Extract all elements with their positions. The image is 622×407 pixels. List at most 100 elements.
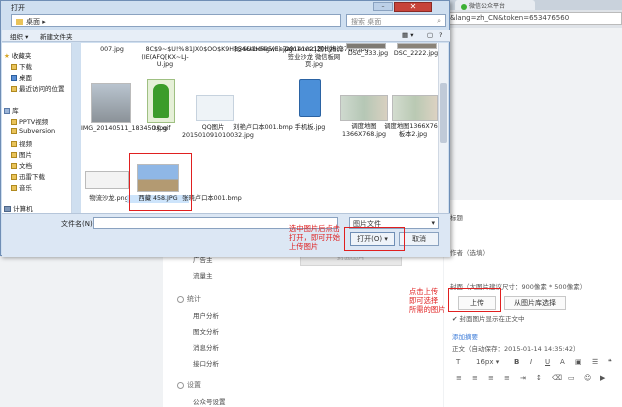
nav-favorite-label: 最近访问的位置 [19,85,65,93]
nav-library-label: 文档 [19,162,32,170]
help-icon[interactable]: ? [439,31,442,39]
nav-library-label: PPTV视频 [19,118,49,126]
nav-item-article-analysis[interactable]: 图文分析 [193,326,219,336]
highlight-icon[interactable]: ▣ [575,358,582,366]
address-bar[interactable]: &lang=zh_CN&token=653476560 [446,12,622,25]
dialog-annotation: 选中图片后点击 打开，即可开始 上传图片 [289,224,341,251]
nav-item-account-settings[interactable]: 公众号设置 [193,396,226,406]
stats-icon [177,295,184,303]
emoji-icon[interactable]: ☺ [584,374,591,382]
download-library-icon [11,174,17,180]
blockquote-icon[interactable]: ❝ [608,358,612,366]
new-folder-button[interactable]: 新建文件夹 [40,31,73,41]
close-button[interactable]: ✕ [394,2,432,12]
file-item[interactable]: 调度地图1366X768板本2.jpg [382,123,444,138]
path-text: 桌面 [26,18,40,26]
nav-library-videos[interactable]: 视频 [11,138,32,148]
computer-icon [4,206,11,212]
dialog-toolbar: 组织 ▾ 新建文件夹 ▦ ▾ ▢ ? [2,30,450,42]
nav-favorite-downloads[interactable]: 下载 [11,61,32,71]
favorites-header[interactable]: ★ 收藏夹 [4,50,31,60]
open-file-dialog: 打开 – ✕ 桌面 ▸ 搜索 桌面 ⌕ 组织 ▾ 新建文件夹 ▦ ▾ ▢ ? ★ … [0,0,450,257]
left-navigation: 广告主 流量主 统计 用户分析 图文分析 消息分析 接口分析 设置 公众号设置 [163,232,258,407]
nav-item-traffic[interactable]: 流量主 [193,270,213,280]
show-cover-option[interactable]: ✔ 封面图片显示在正文中 [452,313,525,323]
file-thumbnail [340,95,388,121]
nav-library-label: Subversion [19,127,56,135]
address-text: &lang=zh_CN&token=653476560 [450,14,570,22]
search-input[interactable]: 搜索 桌面 ⌕ [346,14,446,27]
minimize-button[interactable]: – [373,2,393,11]
bold-icon[interactable]: B [514,358,519,366]
nav-section-stats: 统计 [177,294,201,304]
font-size-select[interactable]: 16px ▾ [476,358,499,366]
justify-icon[interactable]: ≡ [504,374,510,382]
nav-item-message-analysis[interactable]: 消息分析 [193,342,219,352]
nav-favorite-desktop[interactable]: 桌面 [11,72,32,82]
upload-button-highlight [448,288,501,312]
nav-library-pptv[interactable]: PPTV视频 [11,116,48,126]
nav-library-subversion[interactable]: Subversion [11,127,55,135]
nav-library-music[interactable]: 音乐 [11,182,32,192]
search-icon: ⌕ [437,17,441,25]
close-icon: ✕ [409,2,417,11]
recent-places-icon [11,86,17,92]
align-right-icon[interactable]: ≡ [488,374,494,382]
pptv-library-icon [11,119,17,125]
navigation-pane: ★ 收藏夹 下载 桌面 最近访问的位置 库 PPTV视频 Subversion … [2,43,72,213]
download-folder-icon [11,64,17,70]
image-library-button[interactable]: 从图片库选择 [504,296,566,310]
subversion-library-icon [11,128,17,134]
file-list-scrollbar[interactable] [438,43,448,213]
nav-library-pictures[interactable]: 图片 [11,149,32,159]
list-icon[interactable]: ☰ [592,358,598,366]
character-icon [153,84,169,118]
scroll-thumb[interactable] [440,83,447,143]
align-left-icon[interactable]: ≡ [456,374,462,382]
nav-computer[interactable]: 计算机 [4,203,33,213]
text-type-icon[interactable]: T [456,358,460,366]
image-icon[interactable]: ▭ [568,374,575,382]
file-thumbnail [91,83,131,123]
file-thumbnail [392,95,438,121]
preview-pane-icon[interactable]: ▢ [427,31,433,39]
align-center-icon[interactable]: ≡ [472,374,478,382]
chevron-down-icon: ▾ [431,219,435,227]
browser-tab-active[interactable]: 微信公众平台 [455,0,535,10]
nav-library-documents[interactable]: 文档 [11,160,32,170]
nav-favorite-recent[interactable]: 最近访问的位置 [11,83,65,93]
author-label: 作者（选填） [450,249,489,257]
settings-header: 设置 [187,381,201,389]
video-library-icon [11,141,17,147]
star-icon: ★ [4,52,10,60]
nav-item-api-analysis[interactable]: 接口分析 [193,358,219,368]
view-options-icon[interactable]: ▦ ▾ [402,31,413,39]
body-label: 正文（自动保存：2015-01-14 14:35:42） [452,345,580,353]
cancel-button[interactable]: 取消 [399,232,439,246]
file-item[interactable]: 手机板.jpg [279,124,341,132]
selected-image-highlight [129,153,192,211]
wechat-icon [461,3,467,10]
underline-icon[interactable]: U [545,358,550,366]
nav-library-label: 音乐 [19,184,32,192]
font-color-icon[interactable]: A [560,358,565,366]
libraries-header[interactable]: 库 [4,105,19,115]
clear-format-icon[interactable]: ⌫ [552,374,562,382]
organize-button[interactable]: 组织 ▾ [10,31,28,41]
search-placeholder: 搜索 桌面 [351,18,382,26]
italic-icon[interactable]: I [530,358,532,366]
checkbox-icon: ✔ [452,315,460,323]
video-icon[interactable]: ▶ [600,374,605,382]
file-item[interactable]: 20141021国代物流签业沙龙 微信板网页.jpg [283,46,345,69]
nav-library-thunder[interactable]: 迅雷下载 [11,171,45,181]
line-height-icon[interactable]: ↕ [536,374,542,382]
file-thumbnail [196,95,234,121]
folder-icon [16,19,23,25]
nav-item-user-analysis[interactable]: 用户分析 [193,310,219,320]
editor-toolbar: T 16px ▾ B I U A ▣ ☰ ❝ ≡ ≡ ≡ ≡ ⇥ ↕ ⌫ ▭ ☺… [452,355,622,407]
path-bar[interactable]: 桌面 ▸ [11,14,341,27]
add-summary-link[interactable]: 添加摘要 [452,331,478,341]
library-icon [4,108,10,114]
font-size-value: 16px [476,358,494,366]
indent-icon[interactable]: ⇥ [520,374,526,382]
